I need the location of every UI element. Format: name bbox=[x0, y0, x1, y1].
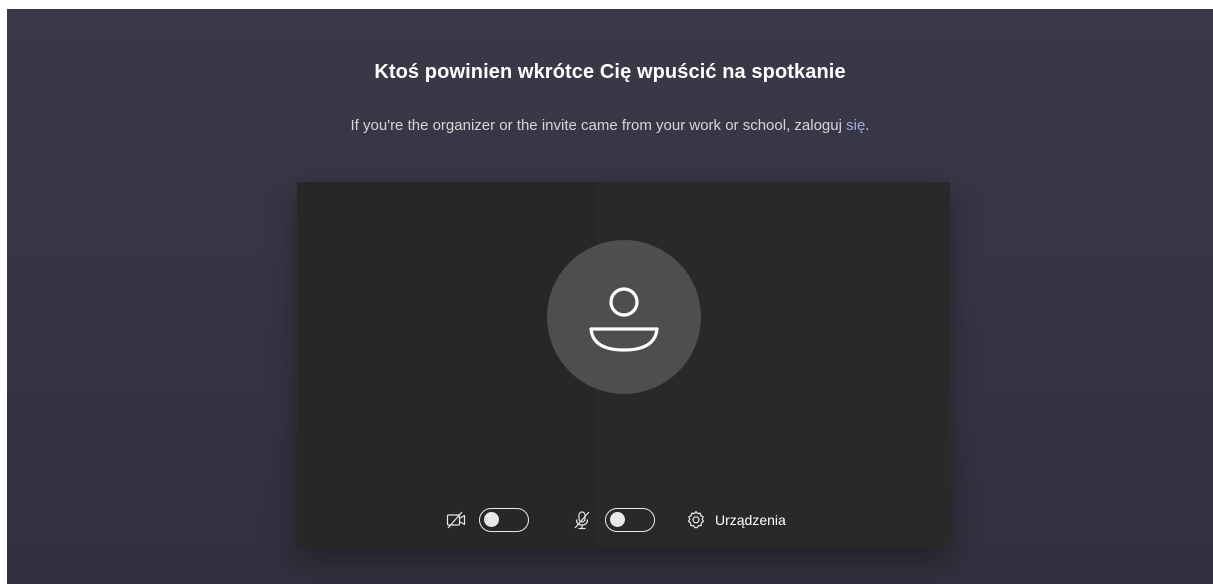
mic-off-icon bbox=[571, 509, 593, 531]
sign-in-hint: If you're the organizer or the invite ca… bbox=[7, 117, 1213, 134]
sign-in-link[interactable]: się bbox=[846, 117, 865, 134]
devices-label: Urządzenia bbox=[715, 512, 786, 528]
sign-in-hint-text: If you're the organizer or the invite ca… bbox=[350, 117, 847, 134]
camera-off-icon bbox=[445, 509, 467, 531]
person-icon bbox=[589, 287, 659, 352]
meeting-lobby: Ktoś powinien wkrótce Cię wpuścić na spo… bbox=[7, 9, 1213, 584]
devices-button[interactable]: Urządzenia bbox=[685, 509, 786, 531]
device-controls: Urządzenia bbox=[445, 506, 786, 534]
video-preview: Urządzenia bbox=[297, 182, 950, 547]
page-title: Ktoś powinien wkrótce Cię wpuścić na spo… bbox=[374, 61, 846, 83]
camera-toggle-knob bbox=[484, 512, 499, 527]
microphone-toggle-knob bbox=[610, 512, 625, 527]
microphone-toggle[interactable] bbox=[605, 508, 655, 532]
gear-icon bbox=[685, 509, 707, 531]
camera-toggle[interactable] bbox=[479, 508, 529, 532]
sign-in-hint-suffix: . bbox=[865, 117, 870, 134]
avatar bbox=[547, 240, 701, 394]
